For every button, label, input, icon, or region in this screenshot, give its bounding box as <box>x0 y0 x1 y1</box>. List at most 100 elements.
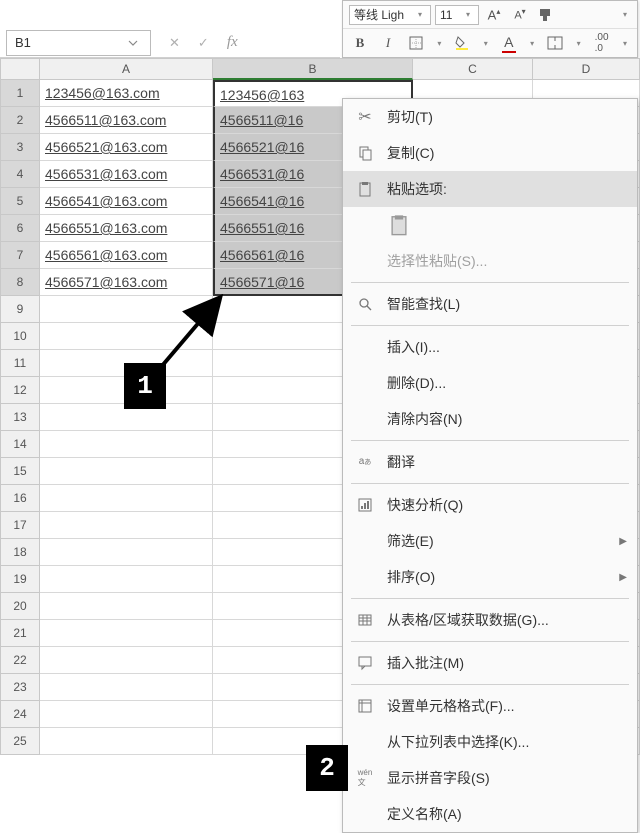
row-header[interactable]: 19 <box>0 566 40 593</box>
font-size-select[interactable]: 11 ▾ <box>435 5 479 25</box>
ctx-paste-options[interactable]: 粘贴选项: <box>343 171 637 207</box>
ctx-paste-clipboard[interactable] <box>343 207 637 243</box>
cell[interactable] <box>40 647 213 674</box>
phonetic-icon: wén文 <box>353 766 377 790</box>
row-header[interactable]: 3 <box>0 134 40 161</box>
row-header[interactable]: 22 <box>0 647 40 674</box>
separator <box>351 325 629 326</box>
cell[interactable] <box>40 458 213 485</box>
cell[interactable] <box>40 431 213 458</box>
ctx-format-cells[interactable]: 设置单元格格式(F)... <box>343 688 637 724</box>
row-header[interactable]: 8 <box>0 269 40 296</box>
row-header[interactable]: 1 <box>0 80 40 107</box>
ctx-define-name[interactable]: 定义名称(A) <box>343 796 637 832</box>
chevron-down-icon[interactable] <box>128 36 142 50</box>
cell[interactable]: 4566541@163.com <box>40 188 213 215</box>
row-header[interactable]: 5 <box>0 188 40 215</box>
cell[interactable]: 4566511@163.com <box>40 107 213 134</box>
row-header[interactable]: 12 <box>0 377 40 404</box>
chevron-down-icon[interactable]: ▾ <box>623 39 631 48</box>
row-header[interactable]: 7 <box>0 242 40 269</box>
cell[interactable] <box>40 728 213 755</box>
row-header[interactable]: 20 <box>0 593 40 620</box>
increase-font-button[interactable]: A▴ <box>483 4 505 26</box>
row-header[interactable]: 18 <box>0 539 40 566</box>
row-header[interactable]: 23 <box>0 674 40 701</box>
borders-button[interactable] <box>405 32 427 54</box>
format-painter-button[interactable] <box>535 4 557 26</box>
row-header[interactable]: 11 <box>0 350 40 377</box>
cell[interactable]: 4566531@163.com <box>40 161 213 188</box>
row-header[interactable]: 9 <box>0 296 40 323</box>
cell[interactable] <box>40 674 213 701</box>
chevron-down-icon[interactable]: ▾ <box>437 39 445 48</box>
chevron-down-icon[interactable]: ▾ <box>530 39 538 48</box>
cell[interactable] <box>40 620 213 647</box>
row-header[interactable]: 14 <box>0 431 40 458</box>
column-header[interactable]: A <box>40 58 213 80</box>
ctx-quick-analysis[interactable]: 快速分析(Q) <box>343 487 637 523</box>
ctx-clear[interactable]: 清除内容(N) <box>343 401 637 437</box>
ctx-show-phonetic[interactable]: wén文 显示拼音字段(S) <box>343 760 637 796</box>
cell[interactable] <box>40 296 213 323</box>
bold-button[interactable]: B <box>349 32 371 54</box>
column-header[interactable]: C <box>413 58 533 80</box>
chevron-down-icon[interactable]: ▾ <box>577 39 585 48</box>
cell[interactable] <box>40 566 213 593</box>
font-color-button[interactable]: A <box>498 32 520 54</box>
decrease-font-button[interactable]: A▾ <box>509 4 531 26</box>
cell[interactable]: 4566561@163.com <box>40 242 213 269</box>
fill-color-button[interactable] <box>451 32 473 54</box>
row-header[interactable]: 2 <box>0 107 40 134</box>
cell[interactable] <box>40 323 213 350</box>
cell[interactable] <box>40 539 213 566</box>
ctx-paste-special[interactable]: 选择性粘贴(S)... <box>343 243 637 279</box>
cell[interactable]: 4566521@163.com <box>40 134 213 161</box>
select-all-corner[interactable] <box>0 58 40 80</box>
row-header[interactable]: 25 <box>0 728 40 755</box>
cell[interactable]: 123456@163.com <box>40 80 213 107</box>
row-header[interactable]: 15 <box>0 458 40 485</box>
name-box[interactable]: B1 <box>6 30 151 56</box>
ctx-get-from-range[interactable]: 从表格/区域获取数据(G)... <box>343 602 637 638</box>
cell[interactable] <box>40 701 213 728</box>
cell[interactable]: 4566551@163.com <box>40 215 213 242</box>
fx-icon[interactable]: fx <box>227 34 238 51</box>
ctx-sort[interactable]: 排序(O) ▶ <box>343 559 637 595</box>
ctx-smart-lookup[interactable]: 智能查找(L) <box>343 286 637 322</box>
mini-toolbar: 等线 Ligh ▾ 11 ▾ A▴ A▾ ▾ B I ▾ ▾ A ▾ ▾ <box>342 0 638 58</box>
chevron-down-icon[interactable]: ▾ <box>623 10 631 19</box>
font-name-select[interactable]: 等线 Ligh ▾ <box>349 5 431 25</box>
ctx-insert[interactable]: 插入(I)... <box>343 329 637 365</box>
chevron-down-icon[interactable]: ▾ <box>484 39 492 48</box>
row-header[interactable]: 24 <box>0 701 40 728</box>
row-header[interactable]: 4 <box>0 161 40 188</box>
search-icon <box>353 292 377 316</box>
scissors-icon: ✂ <box>353 105 377 129</box>
row-header[interactable]: 17 <box>0 512 40 539</box>
row-header[interactable]: 16 <box>0 485 40 512</box>
chevron-down-icon[interactable]: ▾ <box>466 10 474 19</box>
ctx-pick-from-list[interactable]: 从下拉列表中选择(K)... <box>343 724 637 760</box>
row-header[interactable]: 10 <box>0 323 40 350</box>
cell[interactable] <box>40 485 213 512</box>
chevron-down-icon[interactable]: ▾ <box>418 10 426 19</box>
cell[interactable] <box>40 512 213 539</box>
ctx-filter[interactable]: 筛选(E) ▶ <box>343 523 637 559</box>
ctx-cut[interactable]: ✂ 剪切(T) <box>343 99 637 135</box>
cell[interactable] <box>40 593 213 620</box>
ctx-delete[interactable]: 删除(D)... <box>343 365 637 401</box>
row-header[interactable]: 6 <box>0 215 40 242</box>
merge-button[interactable] <box>544 32 566 54</box>
column-header[interactable]: B <box>213 58 413 80</box>
number-format-button[interactable]: .00.0 <box>591 32 613 54</box>
column-header[interactable]: D <box>533 58 640 80</box>
ctx-copy[interactable]: 复制(C) <box>343 135 637 171</box>
row-header[interactable]: 21 <box>0 620 40 647</box>
comment-icon <box>353 651 377 675</box>
row-header[interactable]: 13 <box>0 404 40 431</box>
ctx-translate[interactable]: aあ 翻译 <box>343 444 637 480</box>
cell[interactable]: 4566571@163.com <box>40 269 213 296</box>
ctx-insert-comment[interactable]: 插入批注(M) <box>343 645 637 681</box>
italic-button[interactable]: I <box>377 32 399 54</box>
